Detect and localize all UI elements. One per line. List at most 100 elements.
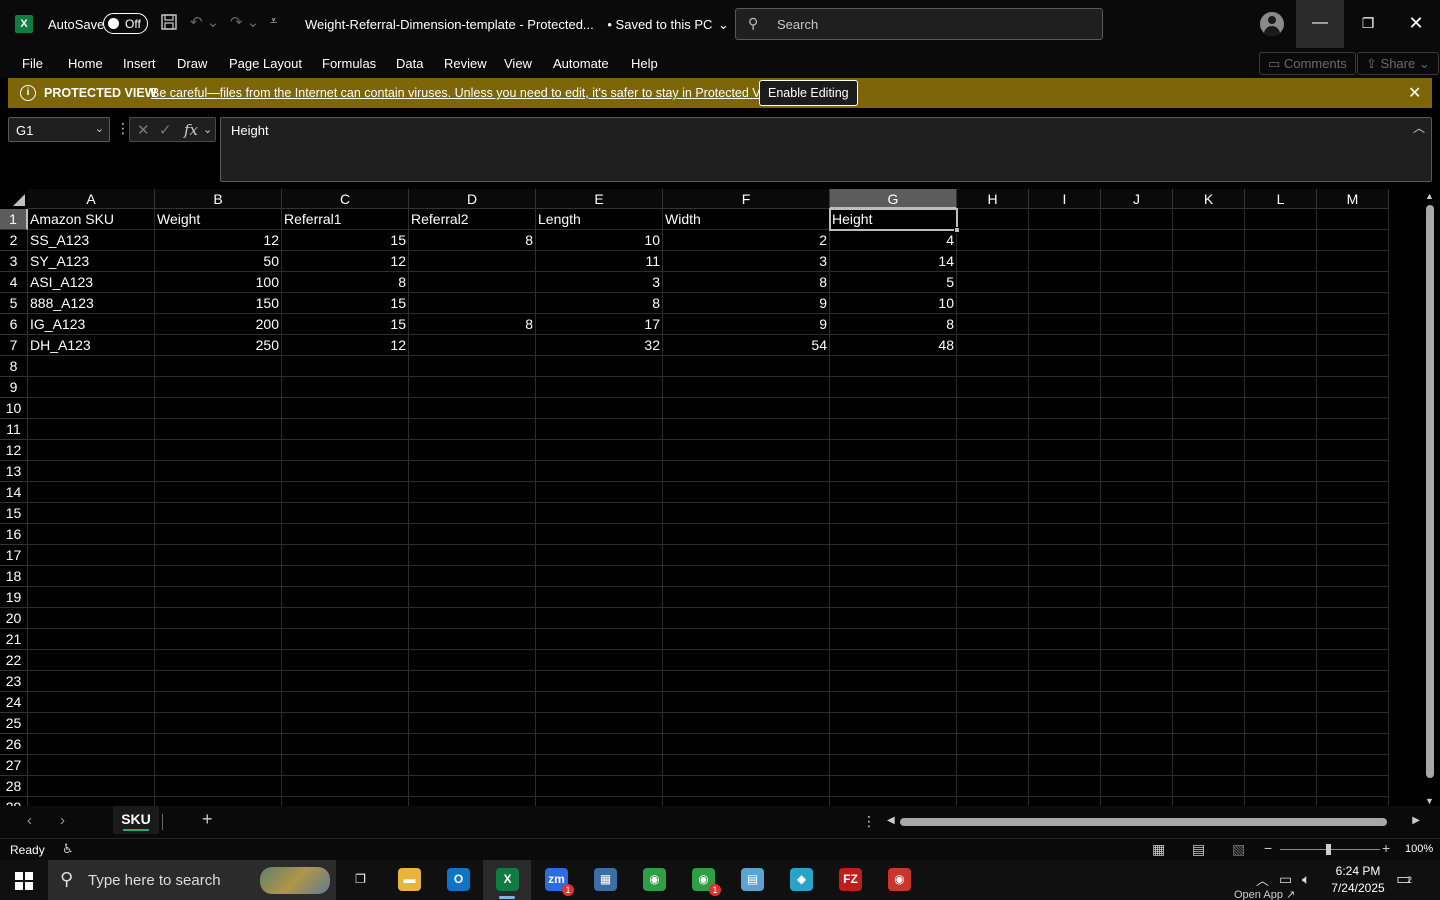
cell-h15[interactable] bbox=[957, 503, 1029, 524]
clock-date[interactable]: 7/24/2025 bbox=[1329, 881, 1387, 895]
cell-e3[interactable]: 11 bbox=[536, 251, 663, 272]
cell-d22[interactable] bbox=[409, 650, 536, 671]
page-break-view-icon[interactable]: ▧ bbox=[1232, 841, 1245, 858]
cell-a7[interactable]: DH_A123 bbox=[28, 335, 155, 356]
cell-h12[interactable] bbox=[957, 440, 1029, 461]
cell-i13[interactable] bbox=[1029, 461, 1101, 482]
row-header[interactable]: 25 bbox=[0, 713, 28, 734]
cell-g19[interactable] bbox=[830, 587, 957, 608]
cell-h4[interactable] bbox=[957, 272, 1029, 293]
cell-m27[interactable] bbox=[1317, 755, 1389, 776]
column-header-l[interactable]: L bbox=[1245, 189, 1317, 209]
row-header[interactable]: 5 bbox=[0, 293, 28, 314]
cell-j20[interactable] bbox=[1101, 608, 1173, 629]
cell-a3[interactable]: SY_A123 bbox=[28, 251, 155, 272]
redo-icon[interactable]: ↷ ⌄ bbox=[230, 13, 259, 31]
cell-e26[interactable] bbox=[536, 734, 663, 755]
column-header-e[interactable]: E bbox=[536, 189, 663, 209]
cell-e9[interactable] bbox=[536, 377, 663, 398]
cell-h28[interactable] bbox=[957, 776, 1029, 797]
volume-icon[interactable]: 🔈︎ bbox=[1302, 871, 1310, 888]
cell-f29[interactable] bbox=[663, 797, 830, 806]
cell-d9[interactable] bbox=[409, 377, 536, 398]
cell-m12[interactable] bbox=[1317, 440, 1389, 461]
close-icon[interactable]: ✕ bbox=[1408, 83, 1421, 103]
cell-a12[interactable] bbox=[28, 440, 155, 461]
cell-a4[interactable]: ASI_A123 bbox=[28, 272, 155, 293]
cell-i6[interactable] bbox=[1029, 314, 1101, 335]
cell-i16[interactable] bbox=[1029, 524, 1101, 545]
row-header[interactable]: 23 bbox=[0, 671, 28, 692]
cell-f7[interactable]: 54 bbox=[663, 335, 830, 356]
cell-f18[interactable] bbox=[663, 566, 830, 587]
clock-time[interactable]: 6:24 PM bbox=[1332, 864, 1384, 878]
cell-l4[interactable] bbox=[1245, 272, 1317, 293]
row-header[interactable]: 8 bbox=[0, 356, 28, 377]
scroll-up-icon[interactable]: ▲ bbox=[1425, 191, 1434, 201]
cell-b13[interactable] bbox=[155, 461, 282, 482]
cell-k10[interactable] bbox=[1173, 398, 1245, 419]
cell-b18[interactable] bbox=[155, 566, 282, 587]
row-header[interactable]: 29 bbox=[0, 797, 28, 806]
cell-d21[interactable] bbox=[409, 629, 536, 650]
cell-l14[interactable] bbox=[1245, 482, 1317, 503]
cell-h5[interactable] bbox=[957, 293, 1029, 314]
cell-h20[interactable] bbox=[957, 608, 1029, 629]
cell-f22[interactable] bbox=[663, 650, 830, 671]
tab-formulas[interactable]: Formulas bbox=[322, 56, 376, 71]
cell-l24[interactable] bbox=[1245, 692, 1317, 713]
cell-k29[interactable] bbox=[1173, 797, 1245, 806]
cell-k5[interactable] bbox=[1173, 293, 1245, 314]
cell-m15[interactable] bbox=[1317, 503, 1389, 524]
row-header[interactable]: 28 bbox=[0, 776, 28, 797]
taskbar-app-excel[interactable]: X bbox=[483, 860, 531, 900]
taskbar-app-chrome-profile[interactable]: ◉ 1 bbox=[679, 860, 727, 900]
cell-g22[interactable] bbox=[830, 650, 957, 671]
cell-l21[interactable] bbox=[1245, 629, 1317, 650]
column-header-j[interactable]: J bbox=[1101, 189, 1173, 209]
cell-b25[interactable] bbox=[155, 713, 282, 734]
cell-f27[interactable] bbox=[663, 755, 830, 776]
cell-e18[interactable] bbox=[536, 566, 663, 587]
cell-m9[interactable] bbox=[1317, 377, 1389, 398]
cell-i26[interactable] bbox=[1029, 734, 1101, 755]
cell-g10[interactable] bbox=[830, 398, 957, 419]
row-header[interactable]: 3 bbox=[0, 251, 28, 272]
protected-view-message[interactable]: Be careful—files from the Internet can c… bbox=[151, 86, 782, 100]
column-header-h[interactable]: H bbox=[957, 189, 1029, 209]
cell-a17[interactable] bbox=[28, 545, 155, 566]
cell-g4[interactable]: 5 bbox=[830, 272, 957, 293]
cell-k22[interactable] bbox=[1173, 650, 1245, 671]
cell-m2[interactable] bbox=[1317, 230, 1389, 251]
row-header[interactable]: 6 bbox=[0, 314, 28, 335]
cell-c20[interactable] bbox=[282, 608, 409, 629]
cell-j4[interactable] bbox=[1101, 272, 1173, 293]
cell-h29[interactable] bbox=[957, 797, 1029, 806]
select-all-corner[interactable] bbox=[0, 189, 28, 209]
row-header[interactable]: 15 bbox=[0, 503, 28, 524]
start-button[interactable] bbox=[0, 860, 48, 900]
cell-a21[interactable] bbox=[28, 629, 155, 650]
row-header[interactable]: 24 bbox=[0, 692, 28, 713]
cell-h25[interactable] bbox=[957, 713, 1029, 734]
row-header[interactable]: 26 bbox=[0, 734, 28, 755]
row-header[interactable]: 2 bbox=[0, 230, 28, 251]
cell-l11[interactable] bbox=[1245, 419, 1317, 440]
cell-c7[interactable]: 12 bbox=[282, 335, 409, 356]
page-layout-view-icon[interactable]: ▤ bbox=[1192, 841, 1205, 858]
cell-f24[interactable] bbox=[663, 692, 830, 713]
cell-k9[interactable] bbox=[1173, 377, 1245, 398]
cell-d1[interactable]: Referral2 bbox=[409, 209, 536, 230]
accessibility-icon[interactable]: ♿ bbox=[62, 841, 74, 857]
cell-d13[interactable] bbox=[409, 461, 536, 482]
cell-m10[interactable] bbox=[1317, 398, 1389, 419]
cell-m21[interactable] bbox=[1317, 629, 1389, 650]
vertical-scrollbar[interactable]: ▲ ▼ bbox=[1420, 189, 1440, 806]
cell-b22[interactable] bbox=[155, 650, 282, 671]
cell-f16[interactable] bbox=[663, 524, 830, 545]
cell-h1[interactable] bbox=[957, 209, 1029, 230]
sheet-tab-sku[interactable]: SKU bbox=[113, 806, 159, 834]
cell-f5[interactable]: 9 bbox=[663, 293, 830, 314]
cell-d8[interactable] bbox=[409, 356, 536, 377]
cell-h24[interactable] bbox=[957, 692, 1029, 713]
